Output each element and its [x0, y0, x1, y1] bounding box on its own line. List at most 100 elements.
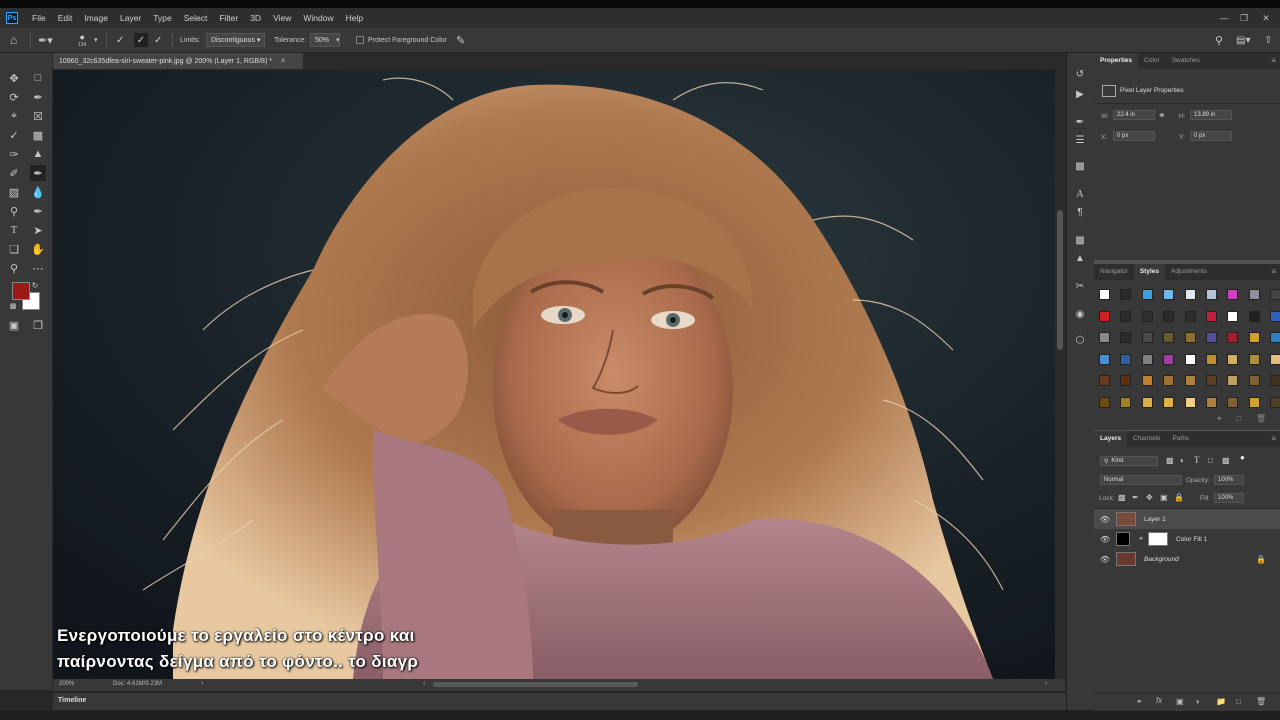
- filter-shape-icon[interactable]: □: [1208, 456, 1213, 465]
- brush-size-picker[interactable]: ● 134: [78, 28, 86, 52]
- style-swatch[interactable]: [1270, 289, 1280, 300]
- menu-layer[interactable]: Layer: [114, 8, 147, 28]
- style-swatch[interactable]: [1141, 353, 1153, 365]
- tool-presets-icon[interactable]: ✂: [1073, 279, 1087, 293]
- path-selection-tool-icon[interactable]: ➤: [30, 222, 46, 238]
- tab-properties[interactable]: Properties: [1094, 53, 1139, 69]
- style-swatch[interactable]: [1120, 332, 1132, 343]
- y-input[interactable]: 0 px: [1190, 131, 1232, 141]
- move-tool-icon[interactable]: ✥: [6, 70, 22, 86]
- minimize-icon[interactable]: —: [1214, 8, 1234, 28]
- style-swatch[interactable]: [1270, 375, 1280, 386]
- lock-pixels-icon[interactable]: ✒: [1132, 493, 1139, 502]
- lock-position-icon[interactable]: ✥: [1146, 493, 1153, 502]
- 3d-icon[interactable]: ⬡: [1073, 333, 1087, 347]
- style-swatch[interactable]: [1141, 289, 1153, 300]
- default-colors-icon[interactable]: ▩: [8, 301, 18, 311]
- new-adjustment-layer-icon[interactable]: ◐: [1196, 697, 1201, 706]
- history-brush-tool-icon[interactable]: ✐: [6, 165, 22, 181]
- style-swatch[interactable]: [1227, 353, 1239, 365]
- hand-tool-icon[interactable]: ✋: [30, 241, 46, 257]
- close-icon[interactable]: ✕: [1256, 8, 1276, 28]
- layer-row[interactable]: 👁 Background 🔒: [1094, 549, 1280, 569]
- style-swatch[interactable]: [1248, 353, 1260, 365]
- eyedropper-tool-icon[interactable]: ✓: [6, 127, 22, 143]
- filter-type-icon[interactable]: T: [1194, 455, 1200, 465]
- style-swatch[interactable]: [1270, 332, 1280, 343]
- chevron-down-icon[interactable]: ▾: [94, 28, 98, 52]
- zoom-level[interactable]: 200%: [59, 681, 74, 687]
- link-dimensions-icon[interactable]: ⚭: [1158, 110, 1170, 122]
- eraser-tool-icon[interactable]: ✒: [30, 165, 46, 181]
- style-swatch[interactable]: [1227, 375, 1239, 386]
- scroll-right-icon[interactable]: ›: [1045, 680, 1047, 687]
- tolerance-slider-chevron-icon[interactable]: ▾: [336, 28, 340, 52]
- menu-select[interactable]: Select: [178, 8, 214, 28]
- lock-icon[interactable]: 🔒: [1256, 555, 1266, 564]
- crop-tool-icon[interactable]: ⌖: [6, 108, 22, 124]
- style-swatch[interactable]: [1099, 289, 1110, 300]
- share-icon[interactable]: ⇧: [1264, 28, 1272, 52]
- opacity-input[interactable]: 100%: [1214, 475, 1244, 485]
- filter-pixel-icon[interactable]: ▩: [1166, 456, 1174, 465]
- blend-mode-dropdown[interactable]: Normal: [1100, 475, 1182, 485]
- dodge-tool-icon[interactable]: ⚲: [6, 203, 22, 219]
- style-swatch[interactable]: [1248, 396, 1260, 408]
- pen-tool-icon[interactable]: ✒: [30, 203, 46, 219]
- style-swatch[interactable]: [1248, 332, 1260, 343]
- style-swatch[interactable]: [1270, 310, 1280, 322]
- shape-tool-icon[interactable]: ❏: [6, 241, 22, 257]
- style-swatch[interactable]: [1248, 375, 1260, 386]
- restore-icon[interactable]: ❐: [1234, 8, 1254, 28]
- layer-name[interactable]: Layer 1: [1144, 516, 1166, 523]
- style-swatch[interactable]: [1099, 396, 1110, 408]
- zoom-tool-icon[interactable]: ⚲: [6, 260, 22, 276]
- character-icon[interactable]: A: [1073, 187, 1087, 201]
- width-input[interactable]: 22.4 in: [1113, 110, 1155, 120]
- style-swatch[interactable]: [1184, 289, 1196, 300]
- tab-channels[interactable]: Channels: [1127, 431, 1166, 447]
- clone-source-icon[interactable]: ▩: [1073, 159, 1087, 173]
- link-layers-icon[interactable]: ⚭: [1136, 697, 1143, 706]
- menu-edit[interactable]: Edit: [52, 8, 79, 28]
- add-mask-icon[interactable]: ▣: [1176, 697, 1184, 706]
- eye-icon[interactable]: 👁: [1100, 534, 1110, 544]
- quick-selection-tool-icon[interactable]: ✒: [30, 89, 46, 105]
- style-swatch[interactable]: [1206, 353, 1217, 365]
- style-swatch[interactable]: [1227, 289, 1239, 300]
- style-swatch[interactable]: [1141, 396, 1153, 408]
- brush-tool-icon[interactable]: ✑: [6, 146, 22, 162]
- chevron-right-icon[interactable]: ›: [201, 680, 203, 687]
- style-swatch[interactable]: [1120, 289, 1132, 300]
- style-swatch[interactable]: [1227, 396, 1239, 408]
- lock-all-icon[interactable]: 🔒: [1174, 493, 1184, 502]
- tab-color[interactable]: Color: [1138, 53, 1166, 69]
- more-tools-icon[interactable]: ⋯: [30, 260, 46, 276]
- swap-colors-icon[interactable]: ↻: [30, 280, 40, 290]
- x-input[interactable]: 0 px: [1113, 131, 1155, 141]
- menu-file[interactable]: File: [26, 8, 52, 28]
- style-swatch[interactable]: [1248, 289, 1260, 300]
- lock-transparency-icon[interactable]: ▩: [1118, 493, 1126, 502]
- style-swatch[interactable]: [1099, 353, 1110, 365]
- chain-link-icon[interactable]: ⚭: [1138, 535, 1144, 543]
- delete-style-icon[interactable]: 🗑: [1256, 414, 1266, 423]
- eye-icon[interactable]: 👁: [1100, 554, 1110, 564]
- style-swatch[interactable]: [1206, 375, 1217, 386]
- horizontal-scrollbar-thumb[interactable]: [433, 682, 638, 687]
- vertical-scrollbar-thumb[interactable]: [1057, 210, 1063, 350]
- type-tool-icon[interactable]: T: [6, 222, 22, 238]
- style-swatch[interactable]: [1163, 375, 1175, 386]
- sampling-continuous-icon[interactable]: ✓: [116, 28, 124, 52]
- actions-play-icon[interactable]: ▶: [1073, 87, 1087, 101]
- tab-styles[interactable]: Styles: [1133, 264, 1165, 280]
- foreground-color-swatch[interactable]: [12, 282, 30, 300]
- style-swatch[interactable]: [1163, 289, 1175, 300]
- search-icon[interactable]: ⚲: [1215, 28, 1223, 52]
- menu-help[interactable]: Help: [340, 8, 369, 28]
- screen-mode-icon[interactable]: ❐: [30, 317, 46, 333]
- sampling-once-icon[interactable]: ✓: [134, 33, 148, 47]
- style-swatch[interactable]: [1120, 353, 1132, 365]
- home-icon[interactable]: ⌂: [10, 28, 17, 52]
- fill-input[interactable]: 100%: [1214, 493, 1244, 503]
